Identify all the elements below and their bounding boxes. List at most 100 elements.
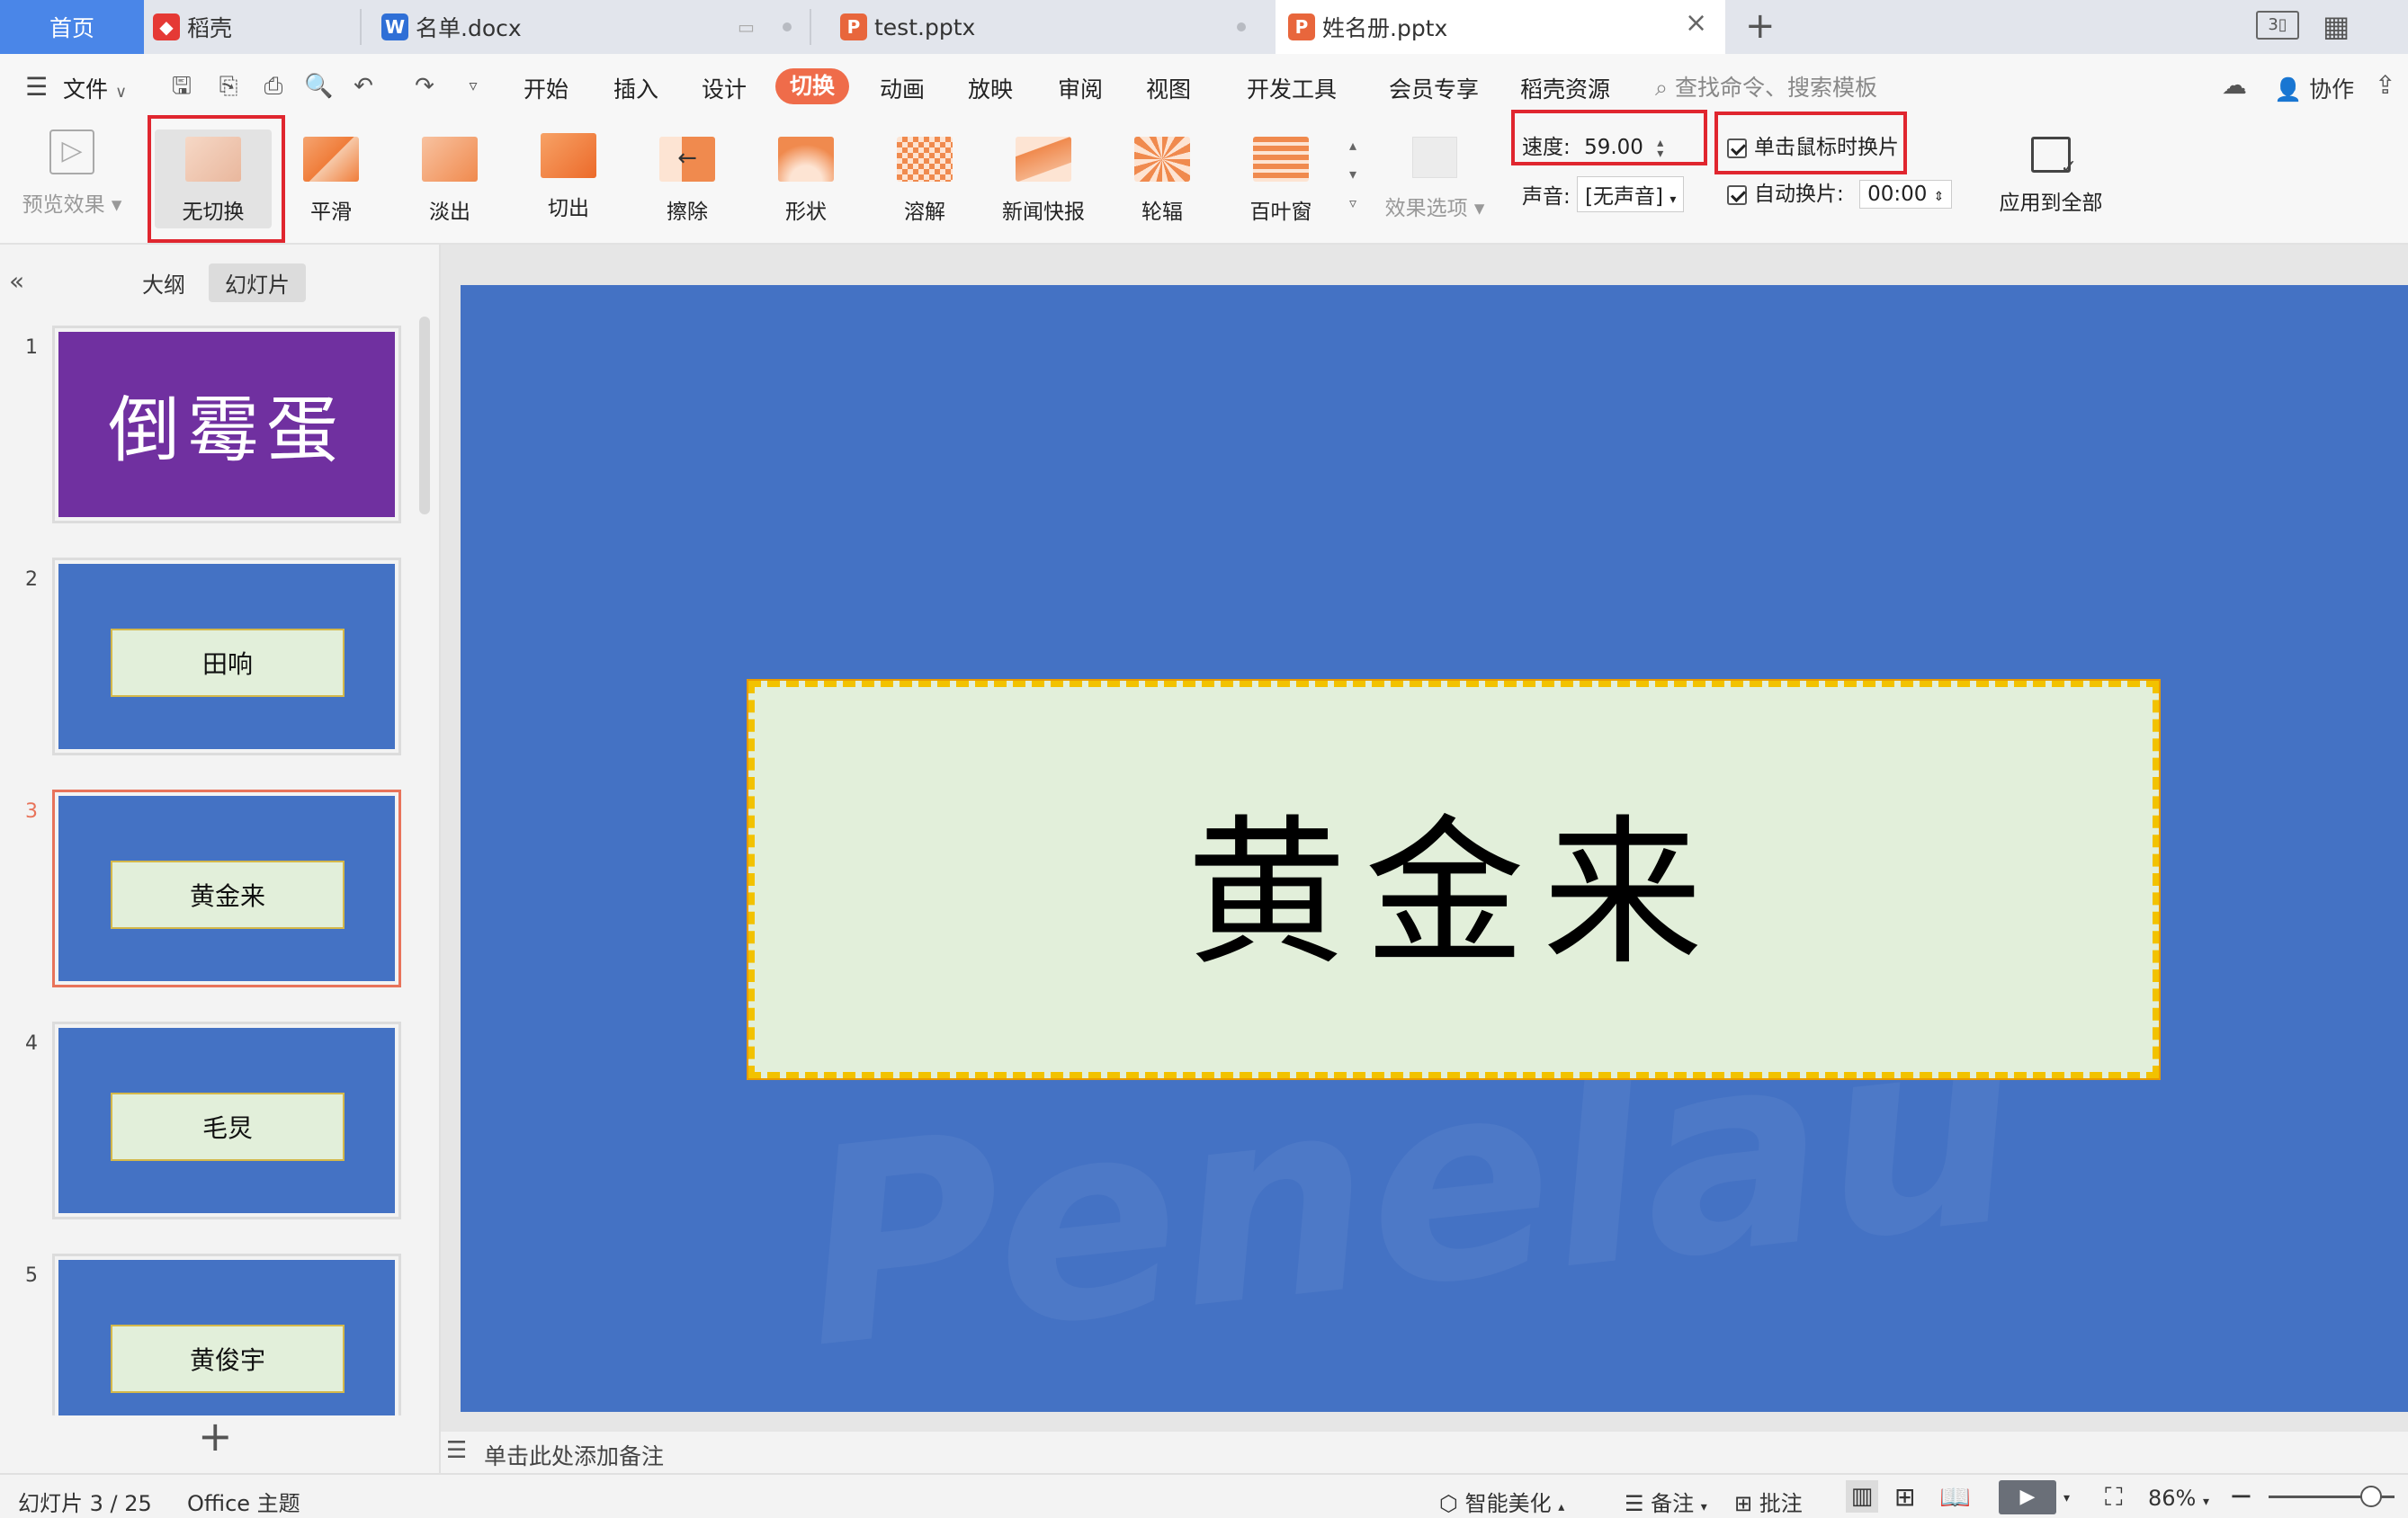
- smart-beautify-button[interactable]: ⬡ 智能美化 ▴: [1439, 1486, 1564, 1517]
- menu-slideshow[interactable]: 放映: [968, 72, 1013, 104]
- comment-icon: ⊞: [1734, 1491, 1753, 1516]
- time-stepper-icon[interactable]: ⇕: [1934, 190, 1945, 204]
- menu-review[interactable]: 审阅: [1058, 72, 1103, 104]
- gallery-more-icon[interactable]: ▿: [1344, 189, 1362, 218]
- window-layout-icon[interactable]: 3▯: [2256, 11, 2299, 40]
- zoom-out-icon[interactable]: −: [2229, 1478, 2253, 1513]
- menu-transition[interactable]: 切换: [775, 68, 850, 104]
- slide-thumbnail-2[interactable]: 田响: [52, 558, 401, 755]
- collapse-panel-icon[interactable]: «: [9, 266, 24, 296]
- preview-icon: ▷: [49, 129, 94, 174]
- slide-thumbnail-4[interactable]: 毛炅: [52, 1022, 401, 1219]
- reading-view-icon[interactable]: 📖: [1939, 1482, 1971, 1512]
- comments-button[interactable]: ⊞ 批注: [1734, 1486, 1803, 1517]
- chevron-down-icon[interactable]: ▾: [1344, 160, 1362, 189]
- transition-dissolve[interactable]: 溶解: [871, 129, 979, 228]
- fit-window-icon[interactable]: ⛶: [2105, 1482, 2123, 1513]
- hamburger-menu-icon[interactable]: ☰: [25, 72, 48, 102]
- save-icon[interactable]: 🖫: [167, 72, 196, 101]
- gallery-scroll[interactable]: ▴ ▾ ▿: [1344, 131, 1362, 218]
- notes-bar[interactable]: ☰ 单击此处添加备注: [441, 1432, 2408, 1473]
- add-slide-button[interactable]: +: [198, 1415, 233, 1457]
- menu-design[interactable]: 设计: [702, 72, 747, 104]
- menu-start[interactable]: 开始: [524, 72, 568, 104]
- chevron-down-icon: ▾: [1669, 192, 1677, 207]
- play-slideshow-icon[interactable]: ▶: [1999, 1480, 2056, 1514]
- grid-apps-icon[interactable]: ▦: [2323, 9, 2350, 43]
- menu-file[interactable]: 文件 ∨: [63, 72, 127, 104]
- ppt-doc-icon: P: [840, 13, 867, 40]
- transition-smooth[interactable]: 平滑: [277, 129, 385, 228]
- monitor-icon: ▭: [738, 16, 755, 38]
- tab-bar: 首页 ◆ 稻壳 W 名单.docx ▭ P test.pptx P 姓名册.pp…: [0, 0, 2408, 54]
- zoom-level[interactable]: 86% ▾: [2148, 1486, 2209, 1511]
- tab-home[interactable]: 首页: [0, 0, 144, 54]
- slide-main-textbox[interactable]: 黄金来: [747, 679, 2161, 1080]
- tab-doc-xingmingce[interactable]: P 姓名册.pptx ×: [1276, 0, 1725, 54]
- transition-blinds-thumb: [1253, 137, 1309, 182]
- normal-view-icon[interactable]: ▥: [1846, 1480, 1878, 1513]
- unsaved-dot-icon: [1237, 22, 1246, 31]
- slide-number: 2: [25, 568, 38, 591]
- export-pdf-icon[interactable]: ⎘: [214, 72, 243, 101]
- slide-panel: « 大纲 幻灯片 1 倒霉蛋 2 田响 3 黄金来 4 毛炅 5 黄俊宇 +: [0, 245, 441, 1473]
- menu-docer-resources[interactable]: 稻壳资源: [1520, 72, 1610, 104]
- tab-doc-test[interactable]: P test.pptx: [828, 0, 1268, 54]
- slide-thumbnail-1[interactable]: 倒霉蛋: [52, 326, 401, 523]
- transition-newsflash[interactable]: 新闻快报: [989, 129, 1097, 228]
- slide-main-text: 黄金来: [1186, 799, 1721, 987]
- check-icon: ✓: [2060, 156, 2077, 179]
- slide-sorter-icon[interactable]: ⊞: [1894, 1482, 1915, 1512]
- undo-icon[interactable]: ↶: [349, 72, 378, 101]
- chevron-up-icon[interactable]: ▴: [1344, 131, 1362, 160]
- print-preview-icon[interactable]: 🔍: [304, 72, 333, 101]
- transition-cut[interactable]: 切出: [515, 129, 622, 228]
- zoom-slider-handle[interactable]: [2360, 1486, 2382, 1507]
- share-icon[interactable]: ⇪: [2375, 70, 2395, 100]
- menu-animation[interactable]: 动画: [880, 72, 925, 104]
- sound-control: 声音: [无声音] ▾: [1522, 176, 1685, 212]
- preview-effect-button[interactable]: ▷ 预览效果 ▾: [9, 129, 135, 228]
- tab-outline[interactable]: 大纲: [142, 267, 185, 299]
- tab-doc-mingdan[interactable]: W 名单.docx ▭: [369, 0, 801, 54]
- auto-advance-time-input[interactable]: 00:00 ⇕: [1859, 180, 1953, 209]
- slide-thumb-bg: 黄俊宇: [58, 1260, 395, 1415]
- customize-toolbar-icon[interactable]: ▿: [459, 72, 488, 101]
- transition-blinds[interactable]: 百叶窗: [1227, 129, 1335, 228]
- transition-shape-thumb: [778, 137, 834, 182]
- sound-select[interactable]: [无声音] ▾: [1577, 176, 1685, 212]
- menu-developer[interactable]: 开发工具: [1247, 72, 1337, 104]
- slide-number: 1: [25, 336, 38, 359]
- transition-cut-thumb: [541, 133, 596, 178]
- transition-smooth-thumb: [303, 137, 359, 182]
- notes-toggle-button[interactable]: ☰ 备注 ▾: [1625, 1486, 1707, 1517]
- menu-insert[interactable]: 插入: [613, 72, 658, 104]
- transition-shape[interactable]: 形状: [752, 129, 860, 228]
- panel-scrollbar[interactable]: [419, 317, 430, 514]
- menu-member[interactable]: 会员专享: [1389, 72, 1479, 104]
- theme-name[interactable]: Office 主题: [187, 1486, 300, 1517]
- effect-options-button[interactable]: 效果选项 ▾: [1376, 129, 1493, 228]
- slide-canvas[interactable]: Penelau 黄金来: [461, 285, 2408, 1412]
- tab-docer[interactable]: ◆ 稻壳: [144, 0, 360, 54]
- redo-icon[interactable]: ↷: [410, 72, 439, 101]
- slide-thumbnail-5[interactable]: 黄俊宇: [52, 1254, 401, 1415]
- transition-fade[interactable]: 淡出: [396, 129, 504, 228]
- search-command[interactable]: ⌕ 查找命令、搜索模板: [1655, 70, 1877, 103]
- tab-slides[interactable]: 幻灯片: [209, 263, 306, 302]
- close-tab-icon[interactable]: ×: [1685, 7, 1707, 39]
- cloud-sync-icon[interactable]: ☁: [2222, 70, 2247, 100]
- apply-to-all-button[interactable]: ✓ 应用到全部: [1988, 129, 2114, 228]
- slide-number: 3: [25, 800, 38, 823]
- auto-advance-checkbox[interactable]: [1727, 184, 1747, 205]
- print-icon[interactable]: ⎙: [259, 72, 288, 101]
- chevron-down-icon: ▾: [1700, 1500, 1707, 1514]
- word-doc-icon: W: [381, 13, 408, 40]
- slide-thumbnail-3[interactable]: 黄金来: [52, 790, 401, 987]
- collab-button[interactable]: 👤 协作: [2274, 72, 2354, 104]
- transition-wipe[interactable]: ← 擦除: [633, 129, 741, 228]
- transition-wheel[interactable]: 轮辐: [1108, 129, 1216, 228]
- chevron-down-icon[interactable]: ▾: [2063, 1491, 2070, 1505]
- new-tab-plus-icon[interactable]: +: [1745, 5, 1776, 47]
- menu-view[interactable]: 视图: [1146, 72, 1191, 104]
